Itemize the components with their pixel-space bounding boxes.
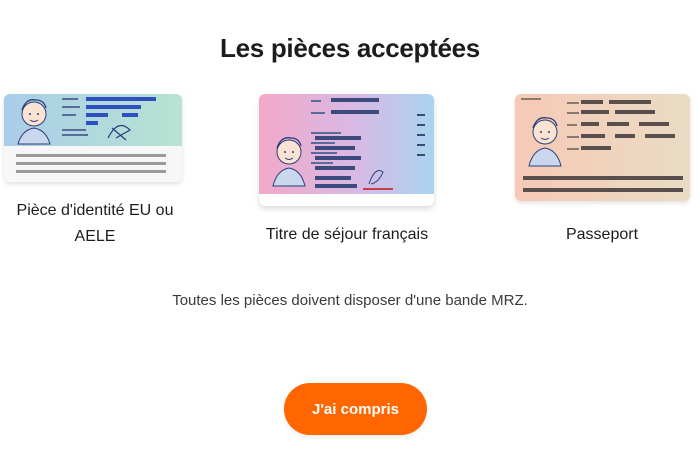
document-label: Passeport: [565, 226, 639, 243]
mrz-requirement-note: Toutes les pièces doivent disposer d'une…: [172, 292, 528, 309]
passport-icon: [515, 94, 690, 201]
eu-id-card-icon: [4, 94, 182, 182]
document-label: Pièce d'identité EU ou AELE: [16, 202, 174, 245]
page-title: Les pièces acceptées: [220, 33, 480, 63]
confirm-button[interactable]: J'ai compris: [284, 383, 427, 435]
residence-permit-icon: [259, 94, 434, 206]
document-label: Titre de séjour français: [265, 226, 429, 243]
